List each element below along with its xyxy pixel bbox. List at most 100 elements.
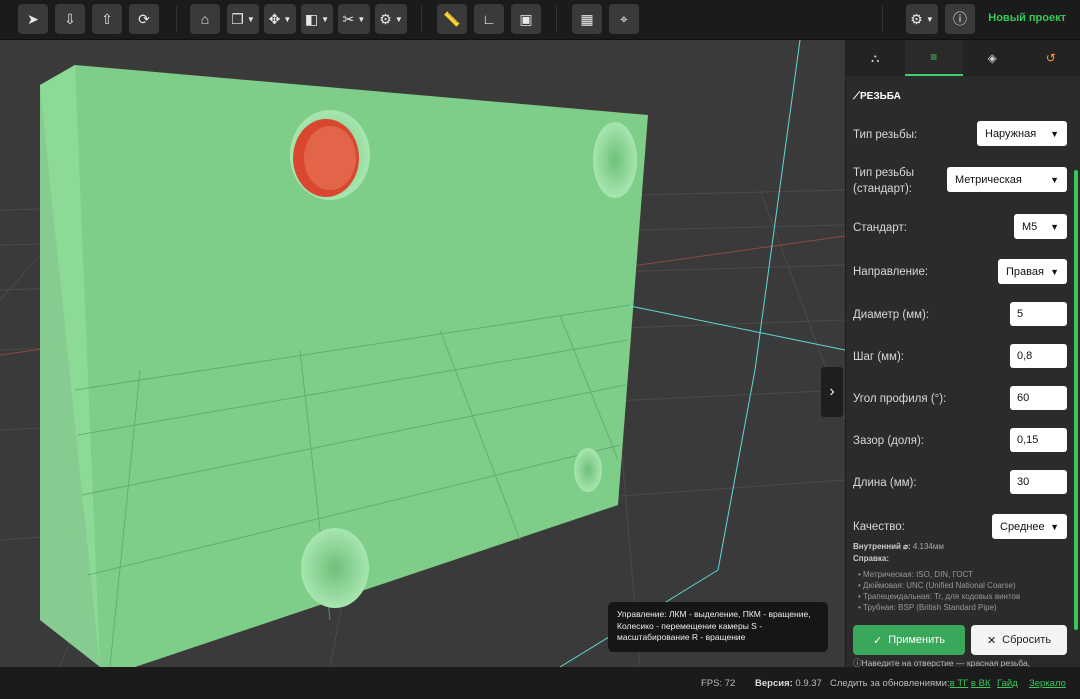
export-icon: ⇧: [101, 10, 113, 27]
chevron-down-icon: ▼: [1050, 128, 1059, 139]
project-name[interactable]: Новый проект: [988, 12, 1066, 24]
3d-viewport[interactable]: › Управление: ЛКМ - выделение, ПКМ - вра…: [0, 40, 845, 667]
chevron-down-icon: ▼: [1050, 221, 1059, 232]
status-bar: FPS: 72 Версия: 0.9.37 Следить за обновл…: [0, 667, 1080, 699]
thread-type-label: Тип резьбы:: [853, 129, 918, 141]
gear-dropdown[interactable]: ⚙ ▼: [906, 4, 938, 34]
panel-scrollbar[interactable]: [1074, 170, 1078, 630]
bounds-button[interactable]: ▣: [511, 4, 541, 34]
angle-button[interactable]: ∟: [474, 4, 504, 34]
version: Версия: 0.9.37: [755, 678, 822, 689]
wrench-icon: ⟋: [853, 91, 860, 102]
move-dropdown[interactable]: ✥ ▼: [264, 4, 296, 34]
copy-icon: ❐: [231, 10, 244, 27]
snap-button[interactable]: ⌖: [609, 4, 639, 34]
chevron-down-icon: ▼: [1050, 266, 1059, 277]
hole[interactable]: [574, 448, 602, 492]
refresh-button[interactable]: ⟳: [129, 4, 159, 34]
hole[interactable]: [301, 528, 369, 608]
cursor-icon: ➤: [27, 10, 39, 27]
length-input[interactable]: 30: [1010, 470, 1067, 494]
chevron-down-icon: ▼: [1050, 521, 1059, 532]
pitch-input[interactable]: 0,8: [1010, 344, 1067, 368]
crosshair-icon: ⌖: [620, 10, 628, 27]
help-title: Справка:: [853, 554, 889, 563]
caret-icon: ▼: [246, 14, 255, 24]
thread-type-select[interactable]: Наружная ▼: [977, 121, 1067, 146]
divider: [882, 6, 883, 32]
shape-icon: ⌂: [200, 11, 210, 27]
import-icon: ⇩: [64, 10, 76, 27]
help-item: • Трубная: BSP (British Standard Pipe): [858, 603, 997, 612]
grid-button[interactable]: ▦: [572, 4, 602, 34]
tab-shapes[interactable]: ⛬: [846, 40, 905, 76]
standard-label: Стандарт:: [853, 222, 907, 234]
hole[interactable]: [593, 122, 637, 198]
boolean-dropdown[interactable]: ◧ ▼: [301, 4, 333, 34]
help-item: • Трапецеидальная: Tr, для ходовых винто…: [858, 592, 1021, 601]
diameter-input[interactable]: 5: [1010, 302, 1067, 326]
follow-updates: Следить за обновлениями:в ТГ в ВК: [830, 678, 991, 689]
direction-label: Направление:: [853, 266, 929, 278]
tab-history[interactable]: ↺: [1022, 40, 1080, 76]
tg-link[interactable]: в ТГ: [950, 678, 969, 689]
tools-dropdown[interactable]: ✂ ▼: [338, 4, 370, 34]
settings-dropdown[interactable]: ⚙ ▼: [375, 4, 407, 34]
angle-icon: ∟: [482, 11, 496, 27]
history-icon: ↺: [1045, 51, 1056, 65]
import-button[interactable]: ⇩: [55, 4, 85, 34]
settings-icon: ⚙: [379, 10, 392, 27]
shape-button[interactable]: ⌂: [190, 4, 220, 34]
angle-label: Угол профиля (°):: [853, 393, 947, 405]
info-button[interactable]: ⓘ: [945, 4, 975, 34]
quality-label: Качество:: [853, 521, 905, 533]
guide-link[interactable]: Гайд: [997, 678, 1018, 689]
length-label: Длина (мм):: [853, 477, 917, 489]
collapse-panel-button[interactable]: ›: [821, 367, 843, 417]
thread-standard-type-select[interactable]: Метрическая ▼: [947, 167, 1067, 192]
caret-icon: ▼: [283, 14, 292, 24]
sliders-icon: ≡: [930, 50, 938, 64]
ruler-button[interactable]: 📏: [437, 4, 467, 34]
chevron-right-icon: ›: [829, 383, 835, 400]
angle-input[interactable]: 60: [1010, 386, 1067, 410]
ruler-icon: 📏: [443, 10, 461, 27]
quality-select[interactable]: Среднее ▼: [992, 514, 1067, 539]
refresh-icon: ⟳: [138, 10, 150, 27]
export-button[interactable]: ⇧: [92, 4, 122, 34]
grid-icon: ▦: [580, 10, 594, 27]
toolbar: ➤ ⇩ ⇧ ⟳ ⌂ ❐ ▼ ✥ ▼ ◧ ▼ ✂ ▼ ⚙ ▼ 📏 ∟ ▣ ▦ ⌖ ⚙ ▼ ⓘ …: [0, 0, 1080, 40]
tab-properties[interactable]: ≡: [904, 40, 963, 76]
help-item: • Метрическая: ISO, DIN, ГОСТ: [858, 570, 974, 579]
gear-icon: ⚙: [910, 10, 923, 27]
standard-select[interactable]: M5 ▼: [1014, 214, 1067, 239]
scene: [0, 40, 845, 667]
caret-icon: ▼: [321, 14, 330, 24]
panel-tabs: ⛬ ≡ ◈ ↺: [846, 40, 1080, 76]
tab-layers[interactable]: ◈: [963, 40, 1022, 76]
boolean-icon: ◧: [304, 10, 319, 27]
hole-inner: [304, 126, 356, 190]
vk-link[interactable]: в ВК: [971, 678, 991, 689]
guide-link-wrap: Гайд: [997, 678, 1018, 689]
caret-icon: ▼: [394, 14, 403, 24]
bounds-icon: ▣: [519, 10, 533, 27]
chevron-down-icon: ▼: [1050, 174, 1059, 185]
layers-icon: ◈: [987, 51, 997, 65]
properties-panel: ⛬ ≡ ◈ ↺ ⟋РЕЗЬБА Тип резьбы: Наружная ▼ Ти…: [845, 40, 1080, 668]
direction-select[interactable]: Правая ▼: [998, 259, 1067, 284]
controls-tooltip: Управление: ЛКМ - выделение, ПКМ - враще…: [608, 602, 828, 652]
move-icon: ✥: [268, 10, 281, 27]
select-tool-button[interactable]: ➤: [18, 4, 48, 34]
mirror-link-wrap: Зеркало: [1029, 678, 1066, 689]
clearance-input[interactable]: 0,15: [1010, 428, 1067, 452]
mirror-link[interactable]: Зеркало: [1029, 678, 1066, 689]
caret-icon: ▼: [357, 14, 366, 24]
edge-line: [754, 40, 801, 371]
copy-dropdown[interactable]: ❐ ▼: [227, 4, 259, 34]
section-title: ⟋РЕЗЬБА: [853, 91, 901, 102]
pitch-label: Шаг (мм):: [853, 351, 904, 363]
reset-button[interactable]: ✕ Сбросить: [971, 625, 1067, 655]
clearance-label: Зазор (доля):: [853, 435, 924, 447]
apply-button[interactable]: ✓ Применить: [853, 625, 965, 655]
